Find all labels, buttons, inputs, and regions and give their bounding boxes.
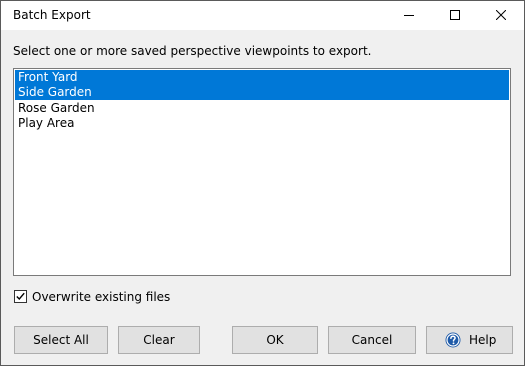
question-mark-circle-icon [445,332,461,348]
overwrite-checkbox[interactable] [14,290,27,303]
cancel-button[interactable]: Cancel [328,326,416,354]
help-label: Help [469,333,497,347]
title-bar[interactable]: Batch Export [1,1,524,30]
window-title: Batch Export [13,8,91,22]
list-item-rose-garden[interactable]: Rose Garden [15,101,509,116]
checkmark-icon [16,292,25,301]
help-button[interactable]: Help [426,326,513,354]
list-item-play-area[interactable]: Play Area [15,116,509,131]
select-all-button[interactable]: Select All [14,326,108,354]
ok-button[interactable]: OK [232,326,318,354]
close-icon [496,10,506,20]
close-button[interactable] [478,1,524,30]
maximize-icon [450,10,460,20]
instruction-text: Select one or more saved perspective vie… [13,44,372,58]
list-item-front-yard[interactable]: Front Yard [15,70,509,85]
viewpoints-listbox[interactable]: Front Yard Side Garden Rose Garden Play … [13,68,511,276]
clear-button[interactable]: Clear [118,326,200,354]
overwrite-label[interactable]: Overwrite existing files [32,289,170,305]
minimize-icon [404,15,414,16]
list-item-side-garden[interactable]: Side Garden [15,85,509,100]
maximize-button[interactable] [432,1,478,30]
batch-export-dialog: Batch Export Select one or more saved pe… [0,0,525,366]
minimize-button[interactable] [386,1,432,30]
